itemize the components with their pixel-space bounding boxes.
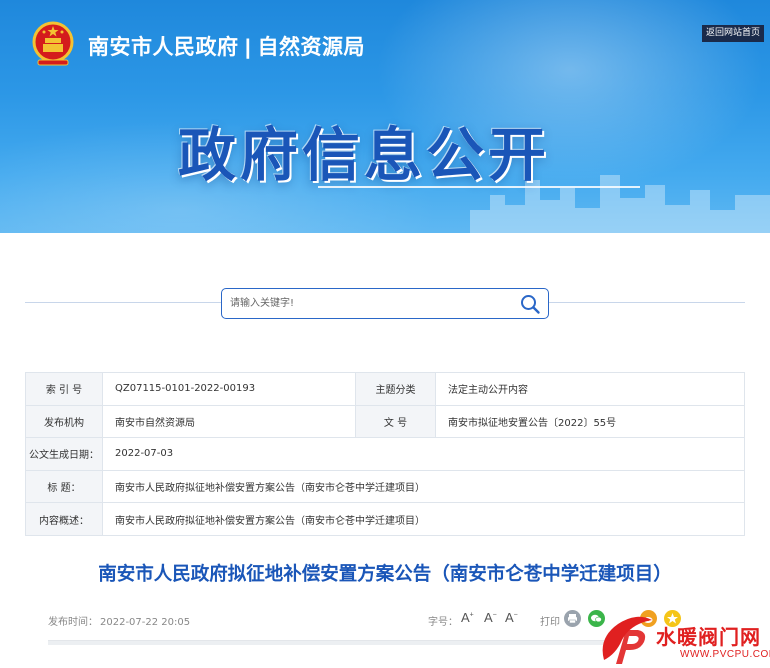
title-value: 南安市人民政府拟征地补偿安置方案公告（南安市仑苍中学迁建项目） [102,469,745,504]
national-emblem-icon [32,21,74,66]
header-banner: 南安市人民政府 | 自然资源局 返回网站首页 政府信息公开 [0,0,770,233]
meta-divider [48,640,608,645]
font-medium-glyph: A [484,610,493,625]
search-icon[interactable] [519,293,541,315]
table-row: 发布机构 南安市自然资源局 文 号 南安市拟征地安置公告〔2022〕55号 [25,404,745,439]
font-medium-button[interactable]: A− [484,610,497,625]
summary-value: 南安市人民政府拟征地补偿安置方案公告（南安市仑苍中学迁建项目） [102,502,745,536]
publish-time-value: 2022-07-22 20:05 [100,617,191,628]
watermark-logo-icon [602,616,652,664]
font-small-glyph: A [505,610,514,625]
watermark-url: WWW.PVCPU.COM [680,649,770,660]
doc-no-value: 南安市拟征地安置公告〔2022〕55号 [435,404,745,439]
print-icon[interactable] [564,610,581,627]
publisher-label: 发布机构 [25,404,103,439]
search-input[interactable] [230,293,510,314]
document-info-table: 索 引 号 QZ07115-0101-2022-00193 主题分类 法定主动公… [25,372,745,536]
banner-underline [318,186,640,188]
search-divider-left [25,302,221,303]
font-large-glyph: A [461,610,470,625]
table-row: 内容概述： 南安市人民政府拟征地补偿安置方案公告（南安市仑苍中学迁建项目） [25,502,745,536]
category-value: 法定主动公开内容 [435,372,745,406]
search-divider-right [549,302,745,303]
site-title[interactable]: 南安市人民政府 | 自然资源局 [88,31,365,61]
date-label: 公文生成日期： [25,437,103,471]
title-label: 标 题： [25,469,103,504]
date-value: 2022-07-03 [102,437,745,471]
summary-label: 内容概述： [25,502,103,536]
article-title: 南安市人民政府拟征地补偿安置方案公告（南安市仑苍中学迁建项目） [98,564,672,585]
table-row: 索 引 号 QZ07115-0101-2022-00193 主题分类 法定主动公… [25,372,745,406]
index-label: 索 引 号 [25,372,103,406]
font-size-label: 字号： [428,617,458,628]
category-label: 主题分类 [355,372,436,406]
back-home-button[interactable]: 返回网站首页 [702,25,764,42]
font-small-button[interactable]: A− [505,610,518,625]
watermark-text: 水暖阀门网 [656,625,761,649]
banner-title: 政府信息公开 [178,121,551,189]
publisher-value: 南安市自然资源局 [102,404,356,439]
publish-time: 发布时间： 2022-07-22 20:05 [48,613,190,628]
doc-no-label: 文 号 [355,404,436,439]
print-label[interactable]: 打印 [540,613,560,628]
table-row: 公文生成日期： 2022-07-03 [25,437,745,471]
index-value: QZ07115-0101-2022-00193 [102,372,356,406]
font-large-button[interactable]: A+ [461,610,474,625]
search-box [221,288,549,319]
table-row: 标 题： 南安市人民政府拟征地补偿安置方案公告（南安市仑苍中学迁建项目） [25,469,745,504]
publish-time-label: 发布时间： [48,617,98,628]
